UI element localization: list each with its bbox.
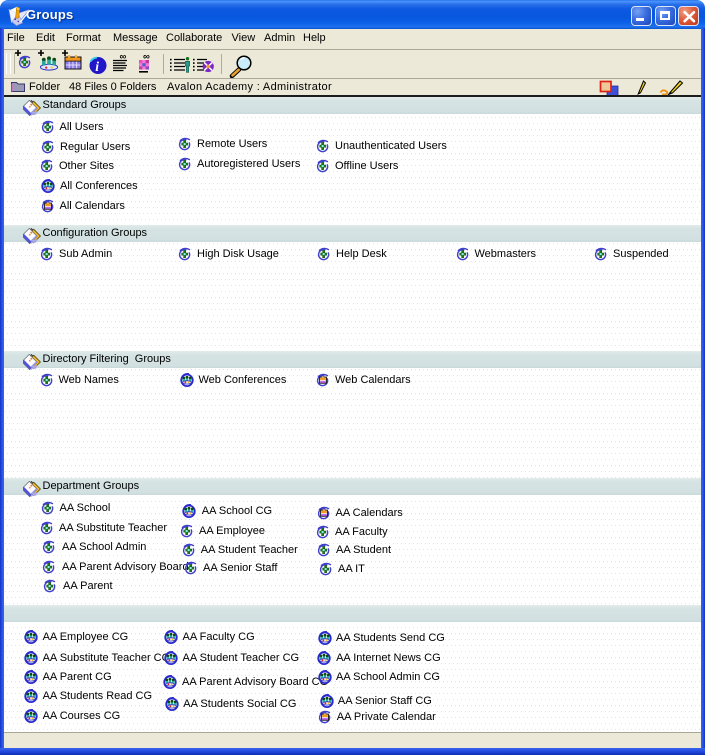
svg-text:i: i <box>95 59 99 74</box>
svg-text:∞: ∞ <box>120 51 127 62</box>
svg-text:∞: ∞ <box>143 51 150 62</box>
